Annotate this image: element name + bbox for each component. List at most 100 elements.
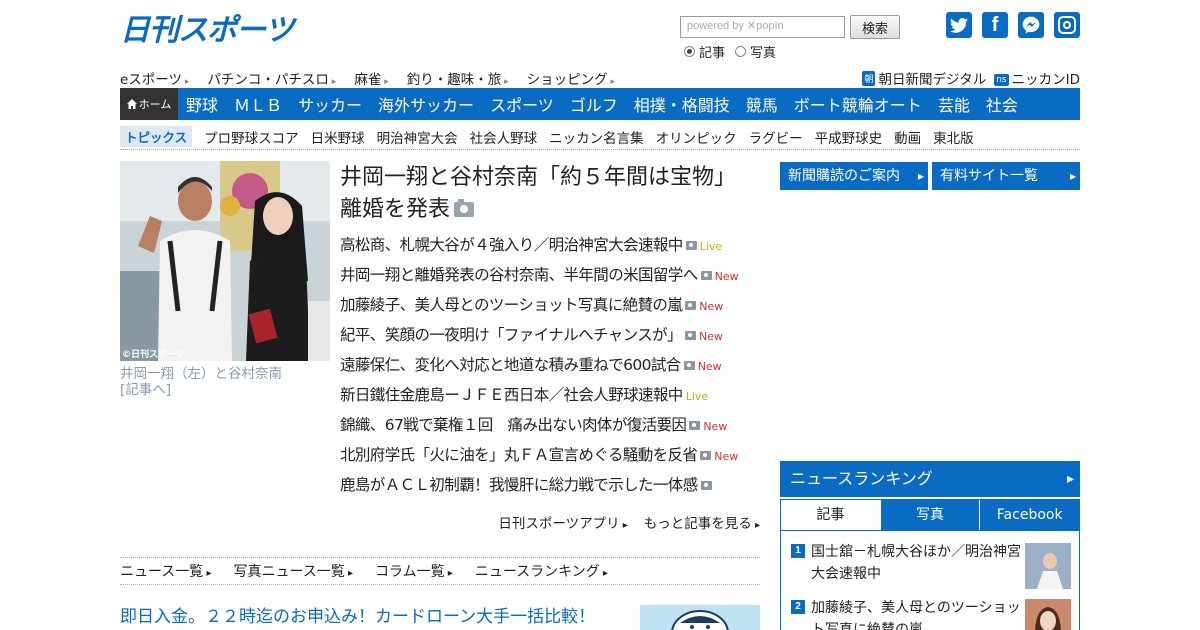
ranking-thumbnail — [1025, 599, 1071, 630]
camera-icon — [700, 451, 712, 460]
news-item[interactable]: 遠藤保仁、変化へ対応と地道な積み重ねで600試合 New — [340, 350, 760, 380]
sublink-shopping[interactable]: ショッピング — [527, 68, 615, 88]
search-input[interactable]: powered by ✕popIn — [680, 16, 845, 38]
new-tag: New — [699, 300, 724, 313]
nav-overseas-soccer[interactable]: 海外サッカー — [370, 92, 482, 116]
subscription-button[interactable]: 新聞購読のご案内 — [780, 162, 928, 190]
topic-item[interactable]: 動画 — [894, 127, 921, 147]
feature-photo[interactable]: ©日刊スポーツ — [120, 161, 330, 361]
topic-item[interactable]: ラグビー — [749, 127, 803, 147]
nav-entertainment[interactable]: 芸能 — [930, 92, 978, 116]
topic-item[interactable]: 社会人野球 — [470, 127, 538, 147]
messenger-icon[interactable] — [1018, 12, 1044, 38]
ranking-thumbnail — [1025, 543, 1071, 589]
topics-bar: トピックス プロ野球スコア 日米野球 明治神宮大会 社会人野球 ニッカン名言集 … — [120, 124, 1080, 150]
tab-facebook[interactable]: Facebook — [979, 500, 1080, 530]
ad-character-image — [671, 610, 729, 630]
topic-item[interactable]: オリンピック — [656, 127, 737, 147]
ad-image[interactable] — [640, 605, 760, 630]
site-logo[interactable]: 日刊スポーツ — [120, 12, 320, 50]
radio-articles-dot[interactable] — [684, 46, 695, 57]
nikkan-id-link[interactable]: ns ニッカンID — [994, 68, 1080, 88]
more-links: 日刊スポーツアプリ もっと記事を見る — [498, 512, 760, 532]
camera-icon — [685, 301, 697, 310]
nav-sumo[interactable]: 相撲・格闘技 — [626, 92, 738, 116]
sub-links: eスポーツ パチンコ・パチスロ 麻雀 釣り・趣味・旅 ショッピング — [120, 68, 615, 88]
sublink-esports[interactable]: eスポーツ — [120, 68, 189, 88]
feature-photo-image: ©日刊スポーツ — [120, 161, 330, 361]
instagram-icon[interactable] — [1054, 12, 1080, 38]
topic-item[interactable]: プロ野球スコア — [204, 127, 299, 147]
logo-text: 日刊スポーツ — [120, 13, 294, 48]
news-item[interactable]: 北別府学氏「火に油を」丸ＦＡ宣言めぐる騒動を反省 New — [340, 440, 760, 470]
camera-icon — [700, 271, 712, 280]
photo-credit: ©日刊スポーツ — [122, 348, 185, 360]
news-list-link[interactable]: ニュース一覧 — [120, 561, 212, 581]
tab-articles[interactable]: 記事 — [781, 500, 880, 530]
sublink-mahjong[interactable]: 麻雀 — [354, 68, 388, 88]
news-item[interactable]: 錦織、67戦で棄権１回 痛み出ない肉体が復活要因 New — [340, 410, 760, 440]
paid-sites-button[interactable]: 有料サイト一覧 — [932, 162, 1080, 190]
external-links: 朝朝日新聞デジタル ns ニッカンID — [862, 68, 1080, 88]
column-list-link[interactable]: コラム一覧 — [375, 561, 453, 581]
news-ranking-link[interactable]: ニュースランキング — [475, 561, 608, 581]
new-tag: New — [703, 420, 728, 433]
news-list: 高松商、札幌大谷が４強入り／明治神宮大会速報中 Live 井岡一翔と離婚発表の谷村… — [340, 230, 760, 500]
topic-item[interactable]: 日米野球 — [311, 127, 365, 147]
camera-icon — [684, 331, 696, 340]
nav-society[interactable]: 社会 — [978, 92, 1026, 116]
rank-number: 1 — [791, 544, 805, 558]
sublink-pachinko[interactable]: パチンコ・パチスロ — [207, 68, 336, 88]
topics-label: トピックス — [120, 126, 193, 147]
camera-icon — [683, 361, 695, 370]
app-link[interactable]: 日刊スポーツアプリ — [498, 512, 627, 532]
search-button[interactable]: 検索 — [850, 15, 900, 39]
nav-soccer[interactable]: サッカー — [290, 92, 370, 116]
rank-number: 2 — [791, 600, 805, 614]
news-item[interactable]: 新日鐵住金鹿島ーＪＦＥ西日本／社会人野球速報中 Live — [340, 380, 760, 410]
ranking-list: 1 国士舘－札幌大谷ほか／明治神宮大会速報中 2 加藤綾子、美人母とのツーショッ… — [780, 531, 1080, 630]
topic-item[interactable]: 東北版 — [933, 127, 974, 147]
nav-sports[interactable]: スポーツ — [482, 92, 562, 116]
search-scope: 記事 写真 — [684, 42, 776, 61]
camera-icon — [454, 199, 475, 217]
nav-keiba[interactable]: 競馬 — [738, 92, 786, 116]
news-item[interactable]: 井岡一翔と離婚発表の谷村奈南、半年間の米国留学へ New — [340, 260, 760, 290]
topic-item[interactable]: 明治神宮大会 — [377, 127, 458, 147]
nav-mlb[interactable]: ＭＬＢ — [226, 92, 290, 116]
ad-link[interactable]: 即日入金。２２時迄のお申込み！カードローン大手一括比較！ — [120, 602, 595, 627]
sublink-fishing[interactable]: 釣り・趣味・旅 — [407, 68, 509, 88]
ranking-item[interactable]: 1 国士舘－札幌大谷ほか／明治神宮大会速報中 — [791, 541, 1071, 589]
ranking-tabs: 記事 写真 Facebook — [780, 499, 1080, 531]
photo-caption[interactable]: 井岡一翔（左）と谷村奈南 [記事へ] — [120, 366, 330, 398]
camera-icon — [685, 241, 697, 250]
news-item[interactable]: 紀平、笑顔の一夜明け「ファイナルへチャンスが」 New — [340, 320, 760, 350]
news-item[interactable]: 鹿島がＡＣＬ初制覇！我慢肝に総力戦で示した一体感 — [340, 470, 760, 500]
photo-news-link[interactable]: 写真ニュース一覧 — [234, 561, 354, 581]
asahi-digital-link[interactable]: 朝朝日新聞デジタル — [862, 68, 986, 88]
nav-golf[interactable]: ゴルフ — [562, 92, 626, 116]
feature-headline[interactable]: 井岡一翔と谷村奈南「約５年間は宝物」 離婚を発表 — [340, 162, 760, 226]
radio-photos-dot[interactable] — [735, 46, 747, 57]
home-icon — [126, 99, 137, 109]
twitter-icon[interactable] — [946, 12, 972, 38]
ns-badge: ns — [994, 74, 1009, 86]
news-item[interactable]: 加藤綾子、美人母とのツーショット写真に絶賛の嵐 New — [340, 290, 760, 320]
ranking-item[interactable]: 2 加藤綾子、美人母とのツーショット写真に絶賛の嵐 — [791, 597, 1071, 630]
instagram-glyph — [1058, 16, 1076, 34]
topic-item[interactable]: 平成野球史 — [815, 127, 883, 147]
ranking-header[interactable]: ニュースランキング — [780, 461, 1080, 497]
radio-photos[interactable]: 写真 — [735, 42, 776, 61]
camera-icon — [700, 481, 712, 490]
topic-item[interactable]: ニッカン名言集 — [549, 127, 644, 147]
news-item[interactable]: 高松商、札幌大谷が４強入り／明治神宮大会速報中 Live — [340, 230, 760, 260]
tab-photos[interactable]: 写真 — [879, 500, 980, 530]
nav-home[interactable]: ホーム — [120, 88, 178, 120]
radio-articles[interactable]: 記事 — [684, 42, 725, 61]
nav-baseball[interactable]: 野球 — [178, 92, 226, 116]
facebook-icon[interactable]: f — [982, 12, 1008, 38]
list-links: ニュース一覧 写真ニュース一覧 コラム一覧 ニュースランキング — [120, 557, 760, 585]
more-articles-link[interactable]: もっと記事を見る — [644, 512, 760, 532]
new-tag: New — [714, 270, 739, 283]
nav-boat[interactable]: ボート競輪オート — [786, 92, 930, 116]
